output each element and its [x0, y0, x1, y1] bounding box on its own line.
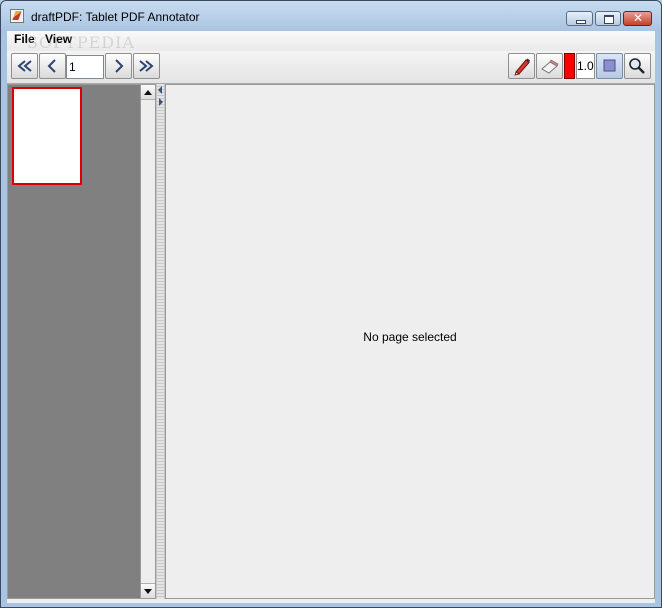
app-window: draftPDF: Tablet PDF Annotator ✕ File Vi… — [0, 0, 662, 608]
menu-bar: File View SOFTPEDIA www.softpedia.com — [7, 31, 655, 63]
triangle-down-icon — [144, 589, 152, 594]
stroke-width-field[interactable]: 1.0 — [576, 53, 595, 79]
menu-file[interactable]: File — [14, 32, 35, 46]
triangle-up-icon — [144, 90, 152, 95]
minimize-icon — [576, 20, 586, 24]
scroll-up-button[interactable] — [141, 85, 155, 100]
menu-view[interactable]: View — [45, 32, 72, 46]
thumbnail-scrollbar[interactable] — [140, 84, 156, 599]
zoom-tool-button[interactable] — [624, 53, 651, 79]
page-number-input[interactable]: 1 — [66, 55, 104, 79]
thumbnail-pane — [7, 84, 141, 599]
softpedia-watermark: SOFTPEDIA — [27, 33, 135, 52]
scroll-down-button[interactable] — [141, 583, 155, 598]
pen-tool-button[interactable] — [508, 53, 535, 79]
magnifier-icon — [629, 58, 645, 74]
app-icon[interactable] — [10, 9, 24, 23]
highlighter-tool-button[interactable] — [596, 53, 623, 79]
close-icon: ✕ — [633, 11, 644, 25]
double-chevron-right-icon — [139, 60, 154, 72]
eraser-icon — [541, 59, 559, 74]
empty-viewer-message: No page selected — [363, 330, 457, 344]
title-bar[interactable]: draftPDF: Tablet PDF Annotator ✕ — [1, 1, 661, 29]
window-title: draftPDF: Tablet PDF Annotator — [31, 10, 200, 24]
next-page-button[interactable] — [105, 53, 132, 79]
double-chevron-left-icon — [17, 60, 32, 72]
page-viewer[interactable]: No page selected — [165, 84, 655, 599]
chevron-right-icon — [115, 59, 124, 73]
highlighter-icon — [603, 59, 616, 72]
close-button[interactable]: ✕ — [623, 11, 652, 26]
main-content: No page selected — [7, 84, 655, 603]
app-client-area: File View SOFTPEDIA www.softpedia.com 1 — [7, 31, 655, 603]
scrollbar-track[interactable] — [141, 100, 155, 584]
collapse-arrows-icon — [158, 86, 163, 106]
chevron-left-icon — [47, 59, 56, 73]
last-page-button[interactable] — [133, 53, 160, 79]
split-pane-divider[interactable] — [156, 84, 165, 599]
maximize-icon — [604, 15, 614, 24]
toolbar: 1 1.0 — [7, 51, 655, 84]
first-page-button[interactable] — [11, 53, 38, 79]
minimize-button[interactable] — [566, 11, 593, 26]
eraser-tool-button[interactable] — [536, 53, 563, 79]
pen-color-swatch[interactable] — [564, 53, 575, 79]
page-thumbnail[interactable] — [12, 87, 82, 185]
pencil-icon — [514, 58, 530, 76]
maximize-button[interactable] — [595, 11, 621, 26]
previous-page-button[interactable] — [39, 53, 66, 79]
